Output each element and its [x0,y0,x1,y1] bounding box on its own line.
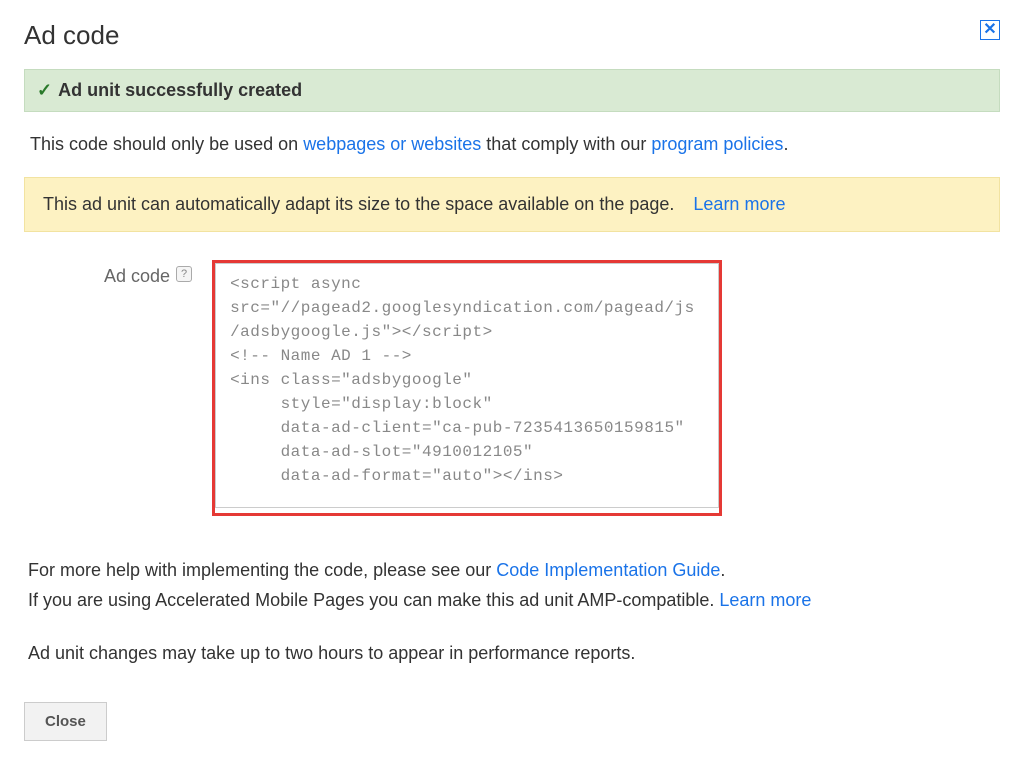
program-policies-link[interactable]: program policies [651,134,783,154]
learn-more-adaptive-link[interactable]: Learn more [693,194,785,214]
success-banner: ✓ Ad unit successfully created [24,69,1000,112]
intro-prefix: This code should only be used on [30,134,303,154]
help-line1-prefix: For more help with implementing the code… [28,560,496,580]
implementation-help: For more help with implementing the code… [24,556,1000,615]
ad-code-textarea[interactable] [215,263,719,508]
ad-code-label: Ad code [104,266,170,287]
help-line1-suffix: . [720,560,725,580]
webpages-link[interactable]: webpages or websites [303,134,481,154]
learn-more-amp-link[interactable]: Learn more [719,590,811,610]
help-icon[interactable]: ? [176,266,192,282]
close-button[interactable]: Close [24,702,107,741]
intro-text: This code should only be used on webpage… [24,134,1000,155]
changes-note: Ad unit changes may take up to two hours… [24,643,1000,664]
intro-middle: that comply with our [481,134,651,154]
close-icon[interactable]: ✕ [980,20,1000,40]
dialog-title: Ad code [24,20,119,51]
success-message: Ad unit successfully created [58,80,302,101]
code-box-highlight [212,260,722,516]
checkmark-icon: ✓ [37,80,52,101]
adaptive-banner: This ad unit can automatically adapt its… [24,177,1000,232]
help-line2-prefix: If you are using Accelerated Mobile Page… [28,590,719,610]
adaptive-text: This ad unit can automatically adapt its… [43,194,674,214]
intro-suffix: . [783,134,788,154]
code-implementation-guide-link[interactable]: Code Implementation Guide [496,560,720,580]
